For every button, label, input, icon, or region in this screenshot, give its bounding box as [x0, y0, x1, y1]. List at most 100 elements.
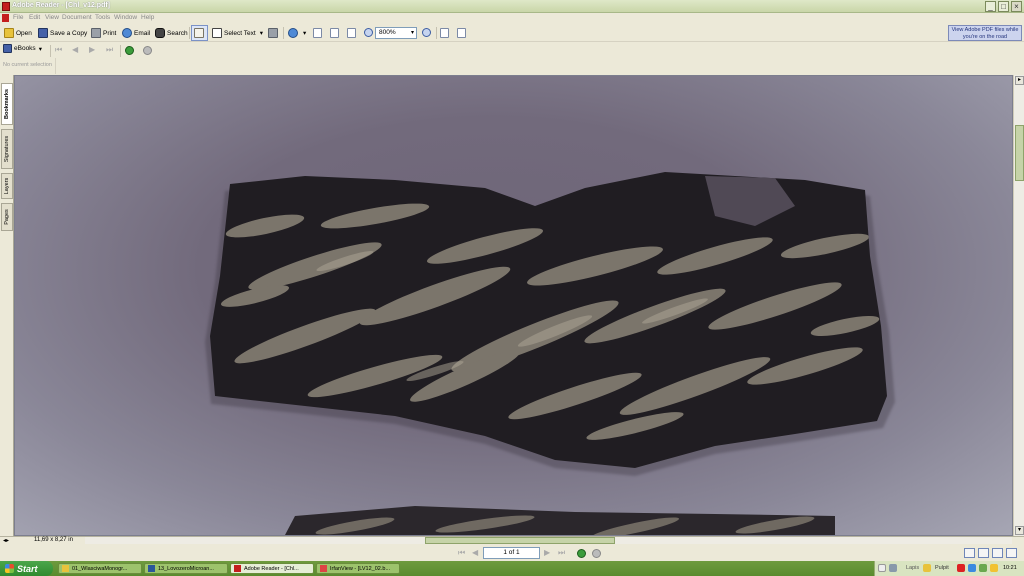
fit-width-button[interactable]: [347, 27, 358, 39]
menu-view[interactable]: View: [45, 14, 59, 21]
adobe-reader-icon: [2, 2, 10, 11]
disk-icon: [38, 28, 48, 38]
horizontal-scroll-thumb[interactable]: [425, 537, 615, 544]
folder-icon: [62, 565, 69, 572]
zoom-tool-button[interactable]: ▾: [288, 27, 306, 39]
fit-width-icon: [347, 28, 356, 38]
rotate-button[interactable]: [440, 27, 451, 39]
windows-logo-icon: [5, 564, 14, 573]
tab-bookmarks[interactable]: Bookmarks: [1, 83, 13, 125]
taskbar-item[interactable]: 13_LovozeroMicroan...: [144, 563, 228, 574]
hand-icon: [194, 28, 204, 38]
antivirus-icon[interactable]: [957, 564, 965, 572]
pdf-page-view[interactable]: [15, 76, 1012, 535]
maximize-button[interactable]: □: [998, 1, 1009, 12]
toolbar-divider: [283, 27, 284, 39]
adobe-reader-icon: [234, 565, 241, 572]
clock: 10:21: [1003, 565, 1017, 571]
chevron-down-icon[interactable]: ▾: [39, 45, 42, 53]
keyboard-icon[interactable]: [889, 564, 897, 572]
next-page-icon[interactable]: ▶: [544, 549, 552, 557]
selection-status: No current selection: [0, 58, 56, 74]
continuous-page-icon[interactable]: [978, 548, 989, 558]
secondary-toolbar: eBooks ▾ ⏮ ◀ ▶ ⏭: [0, 42, 1024, 58]
menu-file[interactable]: File: [13, 14, 23, 21]
lang-label: Lapis: [906, 565, 920, 571]
menu-tools[interactable]: Tools: [95, 14, 110, 21]
open-button[interactable]: Open: [4, 27, 32, 39]
page-size-toggle-icon[interactable]: ◂▸: [3, 537, 9, 544]
close-button[interactable]: ×: [1011, 1, 1022, 12]
language-icon[interactable]: [878, 564, 886, 572]
last-page-icon[interactable]: ⏭: [106, 46, 114, 54]
scroll-up-icon[interactable]: ▸: [1015, 76, 1024, 85]
email-button[interactable]: Email: [122, 27, 150, 39]
next-page-icon[interactable]: ▶: [89, 46, 97, 54]
zoom-in-icon[interactable]: [422, 28, 431, 37]
save-copy-button[interactable]: Save a Copy: [38, 27, 87, 39]
first-page-icon[interactable]: ⏮: [55, 46, 63, 54]
word-icon: [148, 565, 155, 572]
previous-page-icon[interactable]: ◀: [472, 549, 480, 557]
ebook-icon: [3, 44, 12, 53]
chevron-down-icon[interactable]: ▾: [303, 29, 306, 37]
rotate-clockwise-button[interactable]: [457, 27, 468, 39]
window-title: Adobe Reader - [Chl_v12.pdf]: [12, 2, 111, 9]
taskbar-item-active[interactable]: Adobe Reader - [Chl...: [230, 563, 314, 574]
continuous-facing-icon[interactable]: [1006, 548, 1017, 558]
email-icon: [122, 28, 132, 38]
title-bar: Adobe Reader - [Chl_v12.pdf] _ □ ×: [0, 0, 1024, 13]
chevron-down-icon[interactable]: ▾: [411, 29, 414, 36]
zoom-out-icon[interactable]: [364, 28, 373, 37]
fit-page-button[interactable]: [330, 27, 341, 39]
tab-pages[interactable]: Pages: [1, 203, 13, 231]
navigation-tabs: Bookmarks Signatures Layers Pages: [0, 75, 14, 536]
facing-page-icon[interactable]: [992, 548, 1003, 558]
menu-window[interactable]: Window: [114, 14, 137, 21]
magnifier-icon: [288, 28, 298, 38]
first-page-icon[interactable]: ⏮: [458, 549, 466, 557]
rotate-cw-icon: [457, 28, 466, 38]
adobe-promo-banner[interactable]: View Adobe PDF files while you're on the…: [948, 25, 1022, 41]
menu-help[interactable]: Help: [141, 14, 154, 21]
single-page-icon[interactable]: [964, 548, 975, 558]
system-tray: Lapis Pulpit 10:21: [874, 561, 1024, 576]
go-forward-icon[interactable]: [143, 46, 152, 55]
minimize-button[interactable]: _: [985, 1, 996, 12]
tab-signatures[interactable]: Signatures: [1, 129, 13, 169]
chevron-down-icon[interactable]: ▾: [260, 29, 263, 37]
tab-layers[interactable]: Layers: [1, 173, 13, 199]
page-dimensions: 11,69 x 8,27 in: [34, 537, 73, 543]
actual-size-button[interactable]: [313, 27, 324, 39]
volume-icon[interactable]: [979, 564, 987, 572]
scroll-thumb[interactable]: [1015, 125, 1024, 181]
snapshot-button[interactable]: [268, 27, 280, 39]
select-text-button[interactable]: Select Text ▾: [212, 27, 263, 39]
scroll-down-icon[interactable]: ▾: [1015, 526, 1024, 535]
go-back-icon[interactable]: [125, 46, 134, 55]
previous-page-icon[interactable]: ◀: [72, 46, 80, 54]
print-button[interactable]: Print: [91, 27, 116, 39]
menu-document[interactable]: Document: [62, 14, 92, 21]
hand-tool-button[interactable]: [191, 25, 208, 41]
go-forward-icon[interactable]: [592, 549, 601, 558]
last-page-icon[interactable]: ⏭: [558, 549, 566, 557]
printer-icon: [91, 28, 101, 38]
go-back-icon[interactable]: [577, 549, 586, 558]
search-button[interactable]: Search: [155, 27, 188, 39]
folder-icon[interactable]: [923, 564, 931, 572]
network-icon[interactable]: [968, 564, 976, 572]
taskbar-item[interactable]: IrfanView - [LV12_02.b...: [316, 563, 400, 574]
update-icon[interactable]: [990, 564, 998, 572]
taskbar-item[interactable]: 01_WlasciwaMonogr...: [58, 563, 142, 574]
toolbar-divider: [120, 45, 121, 57]
horizontal-scrollbar[interactable]: [85, 537, 1012, 544]
document-icon[interactable]: [2, 14, 9, 22]
page-number-field[interactable]: 1 of 1: [483, 547, 540, 559]
fit-page-icon: [330, 28, 339, 38]
start-button[interactable]: Start: [0, 561, 53, 576]
vertical-scrollbar[interactable]: ▸ ▾: [1013, 75, 1024, 536]
menu-edit[interactable]: Edit: [29, 14, 40, 21]
ebooks-button[interactable]: eBooks ▾: [3, 44, 42, 53]
camera-icon: [268, 28, 278, 38]
